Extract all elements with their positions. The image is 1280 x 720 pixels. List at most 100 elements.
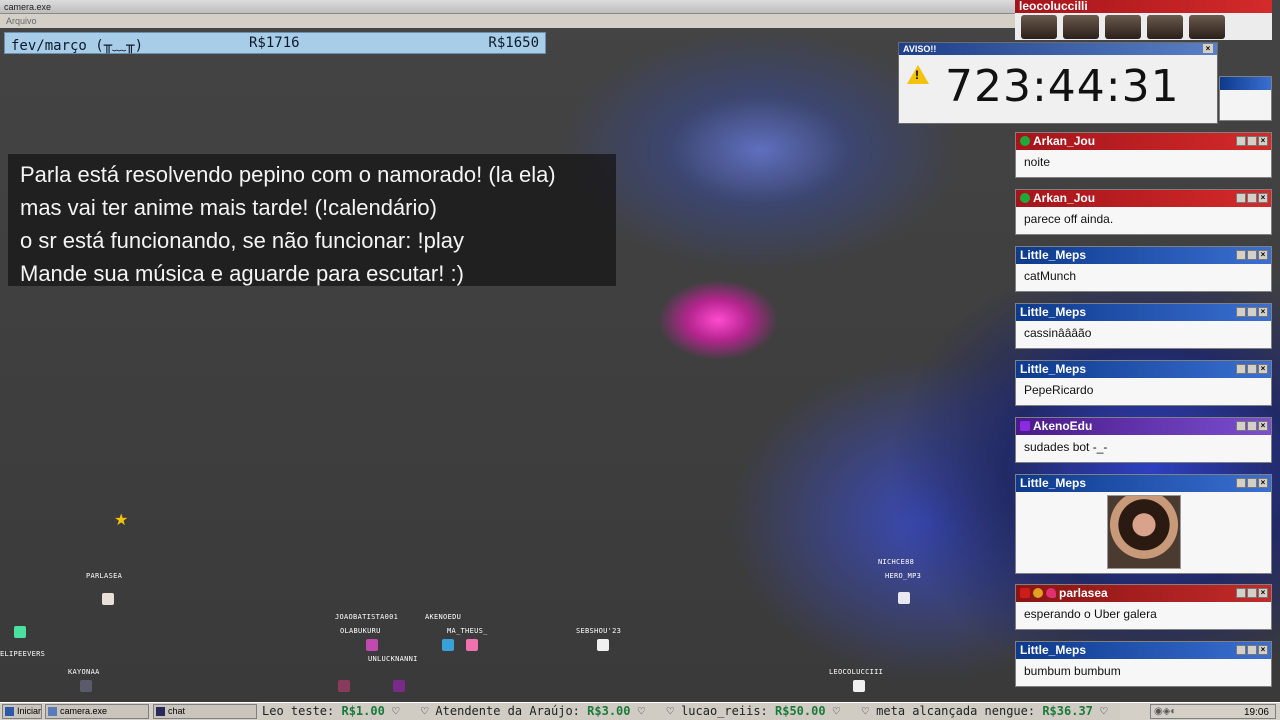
chat-message: Arkan_Jou × parece off ainda. [1015,189,1272,235]
system-tray[interactable]: ◉◈◐ 19:06 [1150,704,1276,719]
close-icon[interactable]: × [1258,588,1268,598]
chat-text: bumbum bumbum [1024,664,1121,678]
sprite-label: JOAOBATISTA001 [335,613,399,621]
ticker-amount: R$3.00 [587,704,631,718]
close-icon[interactable]: × [1203,44,1213,53]
goal-target: R$1650 [488,35,539,51]
heart-icon [1046,587,1056,598]
maximize-icon[interactable] [1247,645,1257,655]
alert-title: AVISO!! × [899,43,1217,55]
maximize-icon[interactable] [1247,478,1257,488]
maximize-icon[interactable] [1247,364,1257,374]
sprite-avatar [14,626,26,638]
close-icon[interactable]: × [1258,307,1268,317]
chat-message: AkenoEdu × sudades bot -_- [1015,417,1272,463]
webcam-thumb [1147,15,1183,39]
chat-header: Arkan_Jou × [1016,133,1271,150]
badge-icon [1020,192,1030,203]
info-line: o sr está funcionando, se não funcionar:… [20,228,464,253]
chat-header: Little_Meps × [1016,247,1271,264]
taskbar-app-chat[interactable]: chat [153,704,257,719]
maximize-icon[interactable] [1247,421,1257,431]
chat-header: Little_Meps × [1016,304,1271,321]
ticker-text: Leo teste: [262,704,342,718]
sprite-avatar [898,592,910,604]
star-icon: ★ [114,512,129,529]
sprite-label: AKENOEDU [425,613,462,621]
app-label: chat [168,706,186,716]
sprite-avatar [80,680,92,692]
close-icon[interactable]: × [1258,421,1268,431]
chat-text: catMunch [1024,269,1077,283]
goal-current: R$1716 [249,35,300,51]
maximize-icon[interactable] [1247,193,1257,203]
close-icon[interactable]: × [1258,250,1268,260]
webcam-thumbnails [1015,13,1272,40]
chat-user: AkenoEdu [1033,419,1093,433]
sprite-label: LEOCOLUCCIII [829,668,884,676]
chat-user: Arkan_Jou [1033,191,1096,205]
maximize-icon[interactable] [1247,136,1257,146]
maximize-icon[interactable] [1247,588,1257,598]
tray-icons[interactable]: ◉◈◐ [1154,706,1176,717]
chat-text: PepeRicardo [1024,383,1094,397]
minimize-icon[interactable] [1236,136,1246,146]
minimize-icon[interactable] [1236,364,1246,374]
chat-user: Little_Meps [1020,248,1087,262]
warning-icon: ! [907,65,929,84]
sprite-label: MA_THEUS_ [447,627,488,635]
sprite-avatar [853,680,865,692]
ticker-amount: R$1.00 [341,704,385,718]
donation-ticker: Leo teste: R$1.00 ♡ ♡ Atendente da Araúj… [262,703,1120,720]
close-icon[interactable]: × [1258,478,1268,488]
maximize-icon[interactable] [1247,307,1257,317]
chat-text: parece off ainda. [1024,212,1114,226]
close-icon[interactable]: × [1258,136,1268,146]
ticker-amount: R$36.37 [1042,704,1093,718]
chat-icon [156,707,165,716]
info-box: Parla está resolvendo pepino com o namor… [8,154,616,286]
chat-message: Little_Meps × bumbum bumbum [1015,641,1272,687]
minimize-icon[interactable] [1236,250,1246,260]
minimize-icon[interactable] [1236,421,1246,431]
info-line: Mande sua música e aguarde para escutar!… [20,261,464,286]
alert-timer: 723:44:31 [945,61,1180,112]
sprite-avatar [597,639,609,651]
webcam-title: leocoluccilli [1015,0,1272,13]
start-button[interactable]: Iniciar [2,704,42,719]
start-label: Iniciar [17,706,42,716]
chat-text: noite [1024,155,1051,169]
minimize-icon[interactable] [1236,478,1246,488]
webcam-user: leocoluccilli [1019,0,1088,13]
chat-header: AkenoEdu × [1016,418,1271,435]
taskbar: Iniciar camera.exe chat Leo teste: R$1.0… [0,702,1280,720]
chat-header: Little_Meps × [1016,475,1271,492]
alert-window: AVISO!! × ! 723:44:31 [898,42,1218,124]
window-menu[interactable]: Arquivo [0,14,1015,28]
sprite-label: ELIPEEVERS [0,650,46,658]
chat-photo [1106,495,1181,569]
chat-message: Little_Meps × [1015,474,1272,574]
close-icon[interactable]: × [1258,364,1268,374]
info-line: mas vai ter anime mais tarde! (!calendár… [20,195,437,220]
sprite-avatar [466,639,478,651]
sprite-avatar [102,593,114,605]
alert-title-text: AVISO!! [903,44,937,54]
minimize-icon[interactable] [1236,588,1246,598]
close-icon[interactable]: × [1258,645,1268,655]
taskbar-app-camera[interactable]: camera.exe [45,704,149,719]
sprite-label: SEBSHOU'23 [576,627,622,635]
minimize-icon[interactable] [1236,193,1246,203]
camera-icon [1020,587,1030,598]
ticker-text: ♡ meta alcançada nengue: [861,704,1043,718]
chat-user: Arkan_Jou [1033,134,1096,148]
close-icon[interactable]: × [1258,193,1268,203]
chat-user: Little_Meps [1020,643,1087,657]
minimize-icon[interactable] [1236,307,1246,317]
minimize-icon[interactable] [1236,645,1246,655]
webcam-thumb [1021,15,1057,39]
chat-header: Arkan_Jou × [1016,190,1271,207]
ticker-amount: R$50.00 [775,704,826,718]
webcam-thumb [1063,15,1099,39]
maximize-icon[interactable] [1247,250,1257,260]
